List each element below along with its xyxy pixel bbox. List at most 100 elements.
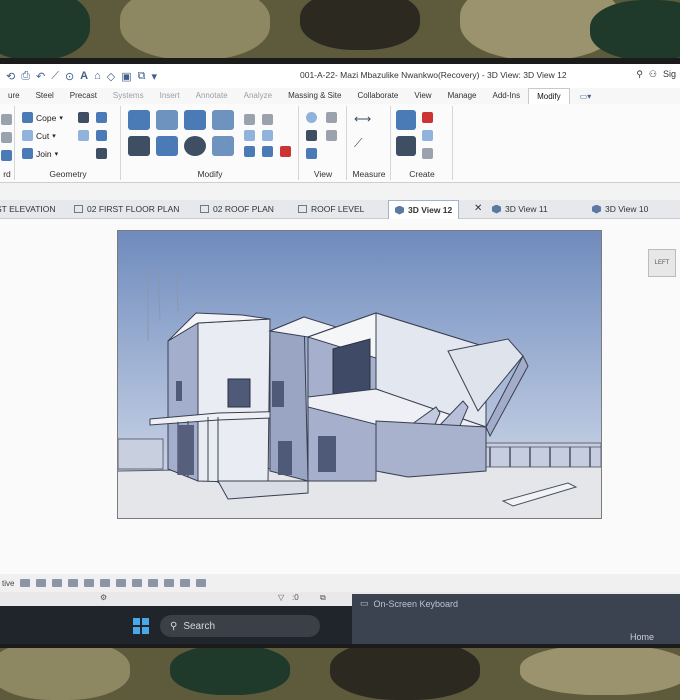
create-link-icon[interactable] [422, 148, 433, 159]
trim-icon[interactable] [212, 136, 234, 156]
hammer-icon[interactable] [96, 148, 107, 159]
wall-joins-icon[interactable] [96, 112, 107, 123]
show-crop-icon[interactable] [132, 579, 143, 587]
tab-manage[interactable]: Manage [440, 88, 485, 104]
cope-button[interactable]: Cope ▾ [22, 112, 63, 123]
tab-analyze[interactable]: Analyze [236, 88, 280, 104]
crop-icon[interactable] [116, 579, 127, 587]
tag-icon[interactable]: ⊙ [65, 70, 74, 83]
view-tab-3d-view-11[interactable]: 3D View 11 [492, 200, 548, 218]
create-parts-icon[interactable] [396, 136, 416, 156]
3d-render-viewport[interactable] [117, 230, 602, 519]
view-tab-3d-view-10[interactable]: 3D View 10 [592, 200, 648, 218]
tab-view[interactable]: View [406, 88, 439, 104]
user-icon[interactable]: ⚇ [649, 69, 657, 80]
taskbar-search[interactable]: ⚲ Search [160, 615, 320, 637]
tab-insert[interactable]: Insert [152, 88, 188, 104]
create-group-icon[interactable] [422, 112, 433, 123]
view-tab-elevation[interactable]: ST ELEVATION [0, 200, 56, 218]
move-icon[interactable] [128, 136, 150, 156]
pin-icon[interactable] [244, 146, 255, 157]
scale-icon[interactable] [262, 130, 273, 141]
rotate-icon[interactable] [184, 136, 206, 156]
scale-icon[interactable] [20, 579, 31, 587]
tab-systems[interactable]: Systems [105, 88, 152, 104]
windows-start-icon[interactable] [133, 618, 149, 634]
render-icon[interactable] [100, 579, 111, 587]
tab-collaborate[interactable]: Collaborate [349, 88, 406, 104]
on-screen-keyboard[interactable]: ▭ On-Screen Keyboard Home [352, 594, 680, 644]
camo-blob [590, 0, 680, 60]
demolish-icon[interactable] [96, 130, 107, 141]
tab-annotate[interactable]: Annotate [188, 88, 236, 104]
offset-icon[interactable] [156, 110, 178, 130]
section-icon[interactable]: ◇ [107, 70, 115, 83]
tab-precast[interactable]: Precast [62, 88, 105, 104]
binoculars-icon[interactable]: ⚲ [636, 69, 643, 80]
visual-style-icon[interactable] [52, 579, 63, 587]
match-icon[interactable] [1, 150, 12, 161]
array-icon[interactable] [244, 130, 255, 141]
dimension-icon[interactable]: ⟋ [354, 136, 362, 151]
dropdown-icon[interactable]: ▾ [152, 70, 158, 83]
panel-toggle-icon[interactable]: ▭▾ [580, 92, 592, 101]
graphics-icon[interactable] [326, 130, 337, 141]
paint-icon[interactable] [78, 130, 89, 141]
reveal-hidden-icon[interactable] [180, 579, 191, 587]
view-tab-3d-view-12[interactable]: 3D View 12 [388, 200, 460, 219]
join-button[interactable]: Join ▾ [22, 148, 58, 159]
temp-hide-icon[interactable] [164, 579, 175, 587]
copy-element-icon[interactable] [156, 136, 178, 156]
tab-modify[interactable]: Modify [528, 87, 570, 105]
home-key[interactable]: Home [630, 632, 654, 642]
view-tab-roof-plan[interactable]: 02 ROOF PLAN [200, 200, 274, 218]
camo-blob [520, 645, 680, 695]
copy-icon[interactable] [1, 132, 12, 143]
create-similar-icon[interactable] [422, 130, 433, 141]
lock-3d-icon[interactable] [148, 579, 159, 587]
filter-icon[interactable]: ▽ [278, 593, 284, 602]
view-tab-roof-level[interactable]: ROOF LEVEL [298, 200, 364, 218]
select-links-icon[interactable]: ⧉ [320, 593, 326, 603]
tab-add-ins[interactable]: Add-Ins [485, 88, 529, 104]
view-tab-first-floor-plan[interactable]: 02 FIRST FLOOR PLAN [74, 200, 179, 218]
analytical-icon[interactable] [196, 579, 207, 587]
measure-between-icon[interactable]: ⟷ [354, 112, 371, 126]
cut-button[interactable]: Cut ▾ [22, 130, 56, 141]
close-tab-button[interactable]: ✕ [474, 200, 482, 218]
tab-massing-site[interactable]: Massing & Site [280, 88, 349, 104]
open-icon[interactable]: ⟲ [6, 70, 15, 83]
lightbulb-icon[interactable] [306, 112, 317, 123]
unpin-icon[interactable] [262, 146, 273, 157]
split-face-icon[interactable] [78, 112, 89, 123]
selection-count: :0 [292, 593, 299, 602]
mirror-draw-icon[interactable] [212, 110, 234, 130]
delete-icon[interactable] [280, 146, 291, 157]
sun-path-icon[interactable] [68, 579, 79, 587]
sign-in-link[interactable]: Sig [663, 69, 676, 80]
view-cube[interactable]: LEFT [648, 249, 676, 277]
camo-blob [120, 0, 270, 60]
mirror-axis-icon[interactable] [184, 110, 206, 130]
drawing-canvas[interactable]: LEFT [0, 219, 680, 579]
split-icon[interactable] [244, 114, 255, 125]
text-icon[interactable]: A [80, 70, 88, 82]
split-gap-icon[interactable] [262, 114, 273, 125]
hide-icon[interactable] [306, 148, 317, 159]
paste-icon[interactable] [1, 114, 12, 125]
worksets-icon[interactable]: ⚙ [100, 593, 107, 602]
undo-icon[interactable]: ↶ [36, 70, 45, 83]
tab-structure[interactable]: ure [0, 88, 28, 104]
switch-windows-icon[interactable]: ⧉ [138, 70, 146, 83]
print-icon[interactable]: ⎙ [21, 70, 30, 83]
tab-steel[interactable]: Steel [28, 88, 62, 104]
create-assembly-icon[interactable] [396, 110, 416, 130]
3d-view-icon[interactable]: ⌂ [94, 70, 101, 82]
detail-level-icon[interactable] [36, 579, 47, 587]
shadows-icon[interactable] [84, 579, 95, 587]
measure-icon[interactable]: ⟋ [51, 70, 59, 83]
linework-icon[interactable] [306, 130, 317, 141]
align-icon[interactable] [128, 110, 150, 130]
override-icon[interactable] [326, 112, 337, 123]
close-hidden-icon[interactable]: ▣ [121, 70, 131, 83]
